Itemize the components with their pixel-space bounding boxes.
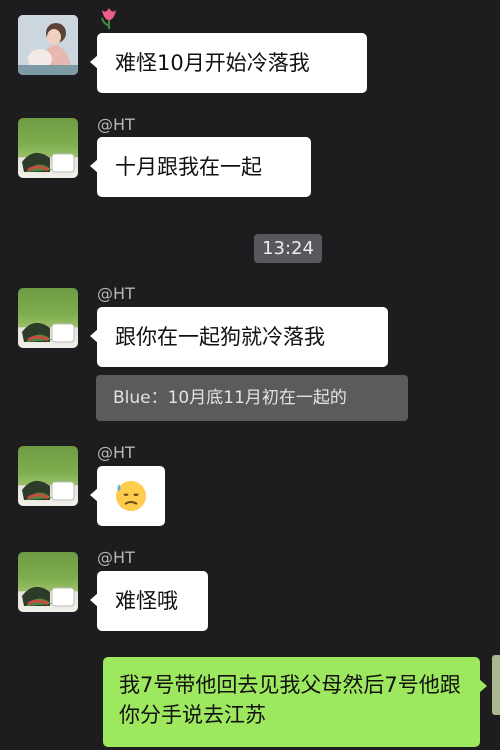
sender-nickname: @HT bbox=[97, 284, 135, 303]
sender-avatar[interactable] bbox=[18, 446, 78, 506]
sender-avatar[interactable] bbox=[18, 118, 78, 178]
message-text: 我7号带他回去见我父母然后7号他跟你分手说去江苏 bbox=[119, 673, 461, 727]
tulip-icon bbox=[101, 8, 116, 29]
outgoing-message-bubble[interactable]: 我7号带他回去见我父母然后7号他跟你分手说去江苏 bbox=[103, 657, 487, 747]
sender-nickname: @HT bbox=[97, 548, 135, 567]
quoted-text: Blue：10月底11月初在一起的 bbox=[113, 388, 347, 408]
sender-nickname: @HT bbox=[97, 115, 135, 134]
sender-avatar[interactable] bbox=[18, 15, 78, 75]
quoted-message[interactable]: Blue：10月底11月初在一起的 bbox=[96, 375, 408, 421]
sweat-face-icon bbox=[116, 481, 146, 511]
message-text: 难怪哦 bbox=[115, 589, 178, 613]
message-bubble[interactable]: 难怪哦 bbox=[90, 571, 208, 631]
message-bubble[interactable]: 跟你在一起狗就冷落我 bbox=[90, 307, 388, 367]
message-bubble[interactable]: 难怪10月开始冷落我 bbox=[90, 33, 367, 93]
grass-watermelon-avatar-icon bbox=[22, 322, 75, 343]
timestamp: 13:24 bbox=[254, 234, 322, 263]
girl-photo-avatar-icon bbox=[18, 15, 78, 75]
grass-watermelon-avatar-icon bbox=[22, 152, 75, 173]
message-bubble[interactable] bbox=[90, 466, 165, 526]
message-bubble[interactable]: 十月跟我在一起 bbox=[90, 137, 311, 197]
grass-watermelon-avatar-icon bbox=[22, 586, 75, 607]
message-text: 十月跟我在一起 bbox=[115, 155, 262, 179]
sender-avatar[interactable] bbox=[18, 552, 78, 612]
sender-nickname: @HT bbox=[97, 443, 135, 462]
sender-avatar[interactable] bbox=[18, 288, 78, 348]
grass-watermelon-avatar-icon bbox=[22, 480, 75, 501]
message-text: 难怪10月开始冷落我 bbox=[115, 51, 310, 75]
self-avatar[interactable] bbox=[492, 655, 500, 715]
message-text: 跟你在一起狗就冷落我 bbox=[115, 325, 325, 349]
